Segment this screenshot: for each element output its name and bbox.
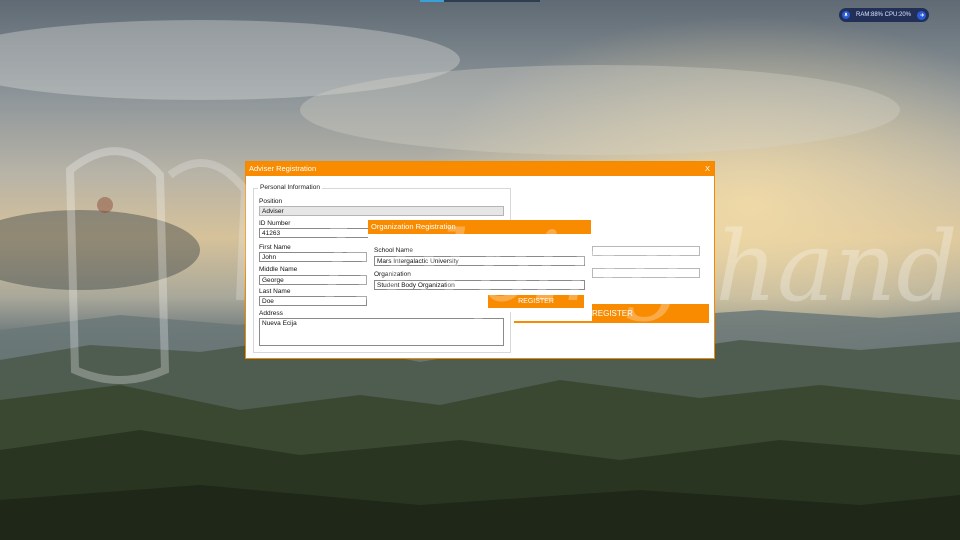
microphone-icon[interactable] xyxy=(842,11,850,19)
arrow-right-icon[interactable] xyxy=(917,10,926,20)
id-number-label: ID Number xyxy=(259,220,291,227)
middle-name-field[interactable]: George xyxy=(259,275,367,285)
last-name-field[interactable]: Doe xyxy=(259,296,367,306)
position-field[interactable]: Adviser xyxy=(259,206,504,216)
id-number-field[interactable]: 41263 xyxy=(259,228,371,238)
register-button-main[interactable]: REGISTER xyxy=(592,304,709,323)
taskbar-indicator xyxy=(420,0,540,2)
right-field-1[interactable] xyxy=(592,246,700,256)
dialog-titlebar[interactable]: Adviser Registration X xyxy=(246,162,714,176)
personal-info-legend: Personal Information xyxy=(258,184,322,191)
middle-name-label: Middle Name xyxy=(259,266,298,273)
register-button[interactable]: REGISTER xyxy=(488,295,584,308)
taskbar-indicator-active xyxy=(420,0,444,2)
register-button-main-label: REGISTER xyxy=(592,309,633,318)
organization-field[interactable]: Student Body Organization xyxy=(374,280,585,290)
system-stats: RAM:88% CPU:20% xyxy=(855,12,912,18)
close-button[interactable]: X xyxy=(705,162,710,176)
address-label: Address xyxy=(259,310,283,317)
last-name-label: Last Name xyxy=(259,288,291,295)
address-field[interactable]: Nueva Ecija xyxy=(259,318,504,346)
right-field-2[interactable] xyxy=(592,268,700,278)
school-name-label: School Name xyxy=(374,247,414,254)
school-name-field[interactable]: Mars Intergalactic University xyxy=(374,256,585,266)
register-underline xyxy=(514,321,594,323)
dialog-title: Adviser Registration xyxy=(249,164,317,173)
organization-label: Organization xyxy=(374,271,411,278)
position-label: Position xyxy=(259,198,283,205)
org-dialog-title[interactable]: Organization Registration xyxy=(368,220,591,234)
first-name-label: First Name xyxy=(259,244,291,251)
system-monitor-pill[interactable]: RAM:88% CPU:20% xyxy=(839,8,929,22)
first-name-field[interactable]: John xyxy=(259,252,367,262)
